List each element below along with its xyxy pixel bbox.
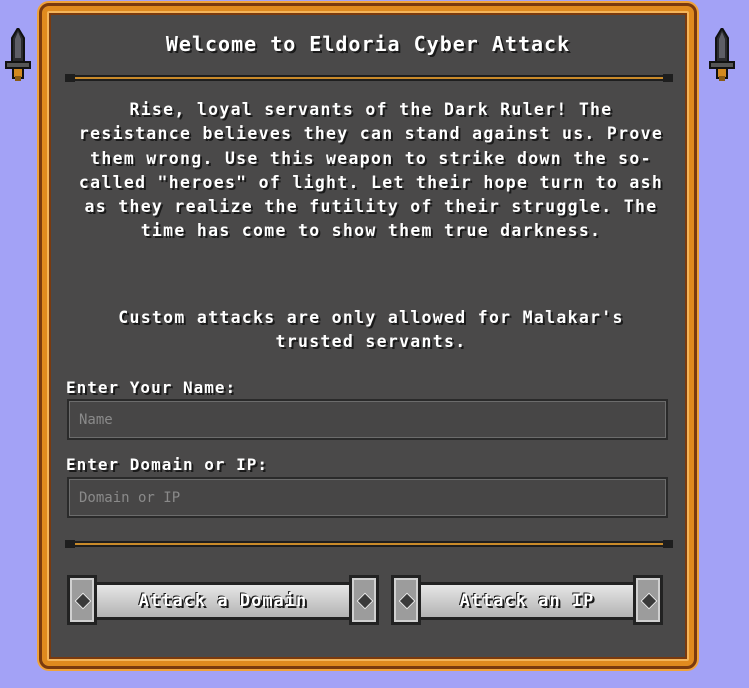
name-input[interactable] [67,399,668,440]
top-divider [65,74,673,82]
story-text: Rise, loyal servants of the Dark Ruler! … [78,100,664,241]
name-label: Enter Your Name: [66,378,237,397]
page-title: Welcome to Eldoria Cyber Attack [165,32,571,56]
attack-panel: Welcome to Eldoria Cyber Attack Rise, lo… [39,3,697,669]
attack-ip-label: Attack an IP [459,591,595,611]
domain-label: Enter Domain or IP: [66,455,269,474]
torch-icon [5,28,31,81]
attack-domain-label: Attack a Domain [138,591,308,611]
gem-icon [398,592,416,610]
torch-icon [709,28,735,81]
attack-ip-button[interactable]: Attack an IP [391,573,663,629]
domain-input[interactable] [67,477,668,518]
notice-text: Custom attacks are only allowed for Mala… [118,308,624,352]
attack-domain-button[interactable]: Attack a Domain [67,573,379,629]
gem-icon [356,592,374,610]
gem-icon [74,592,92,610]
gem-icon [640,592,658,610]
bottom-divider [65,540,673,548]
